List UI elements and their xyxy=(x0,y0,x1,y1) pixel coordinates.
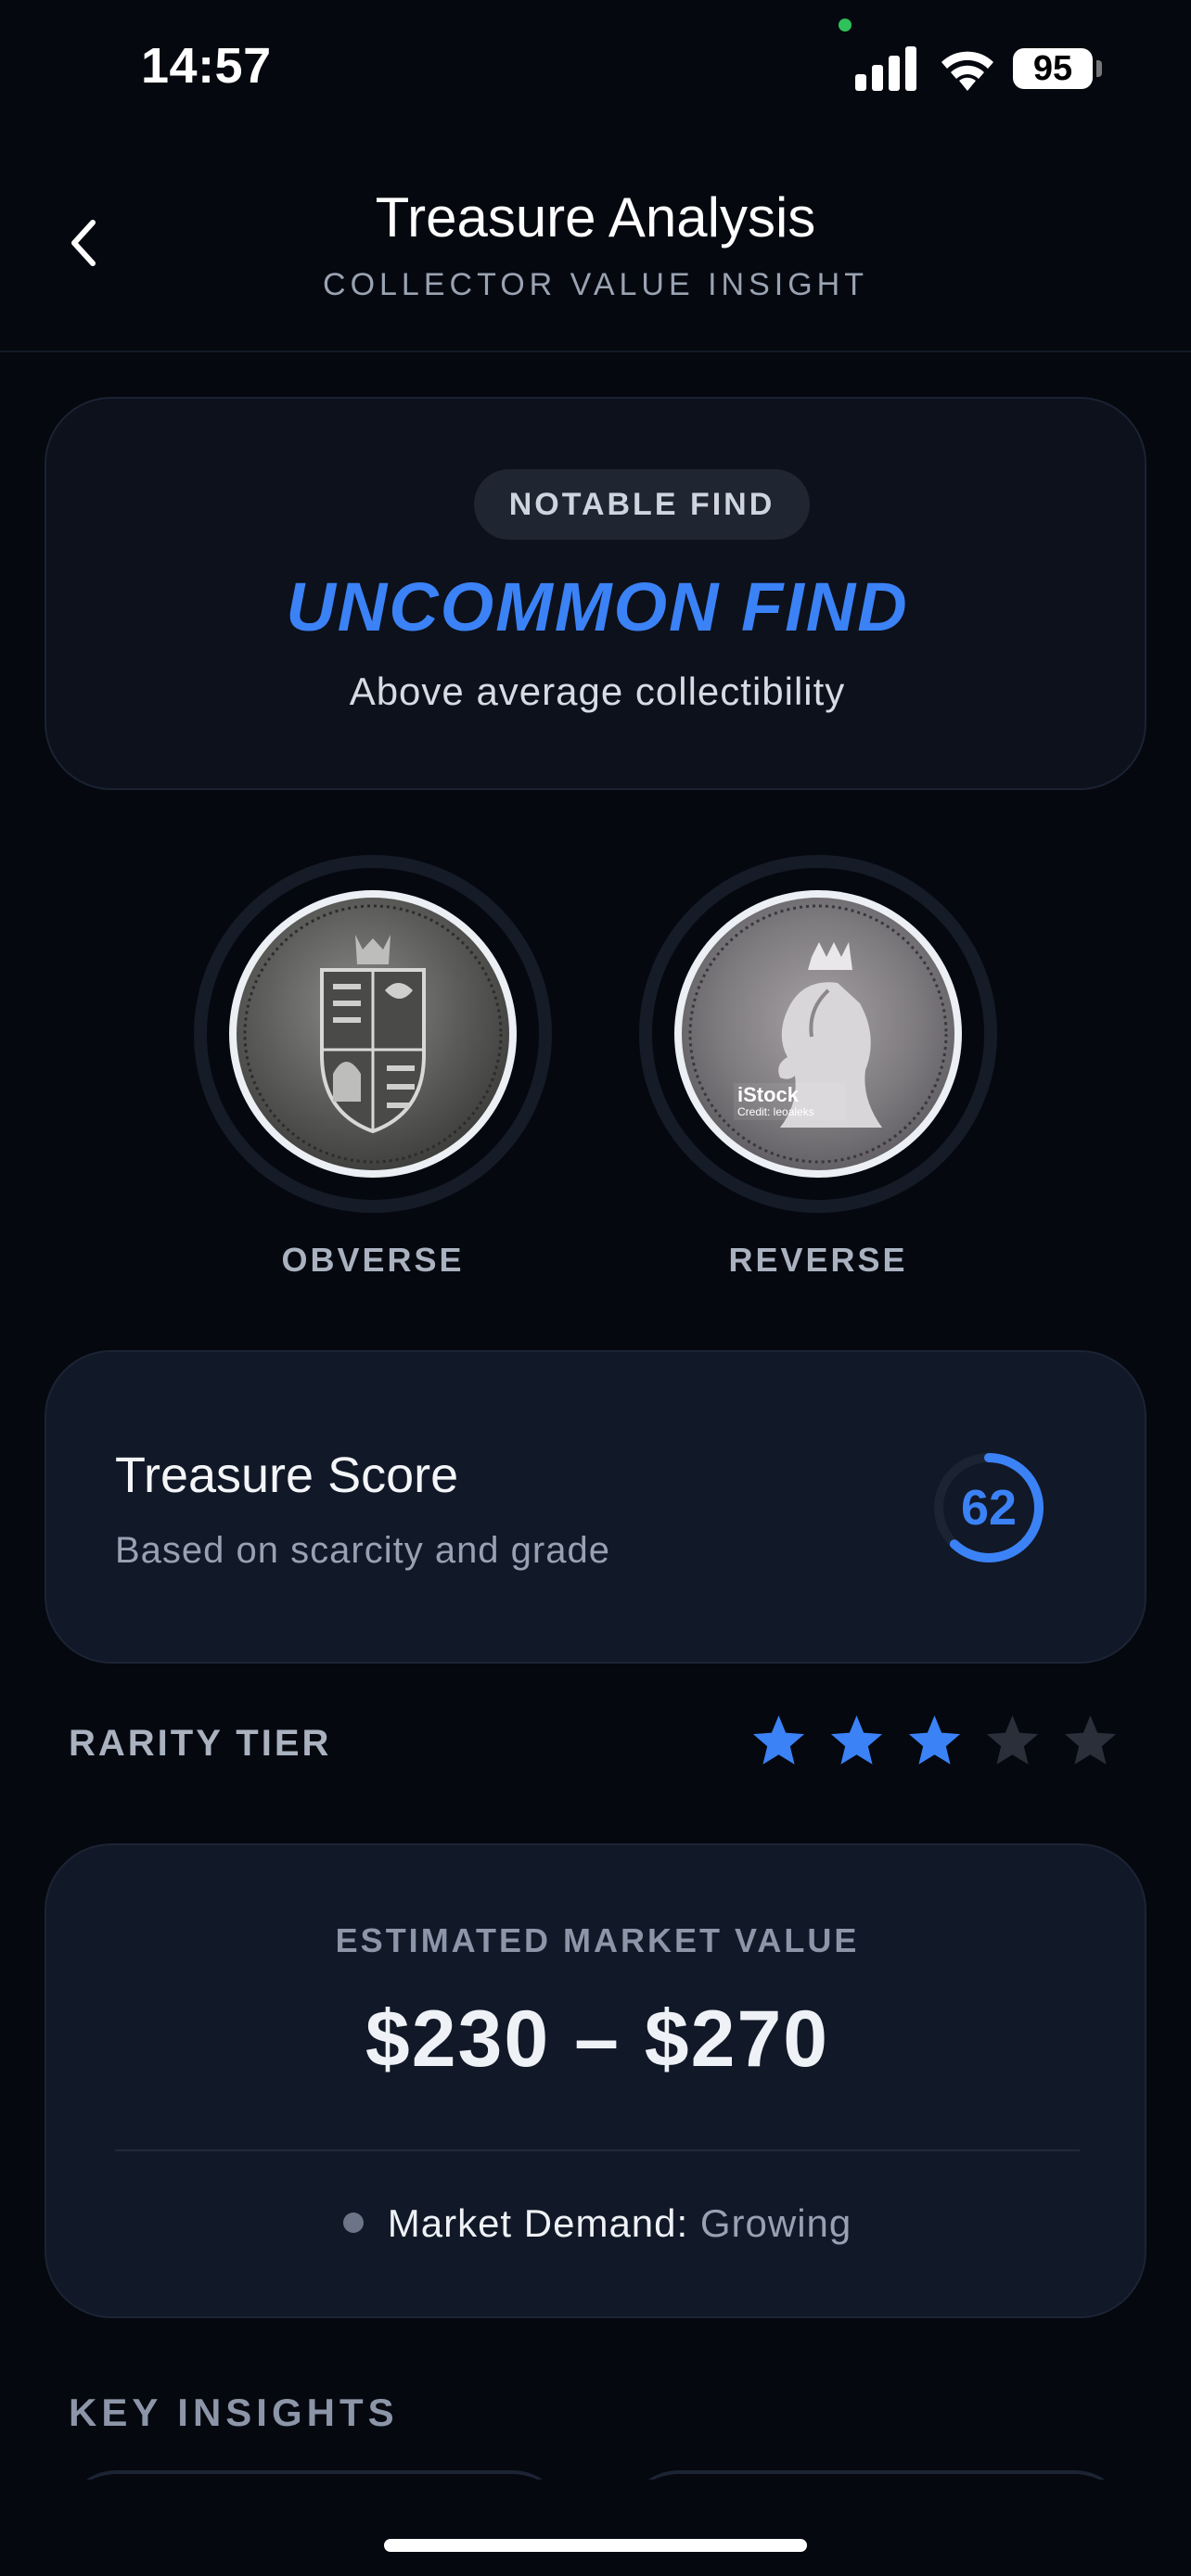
reverse-label: REVERSE xyxy=(728,1241,908,1279)
bottom-fade xyxy=(0,2480,1191,2576)
coin-rim: iStock Credit: leoaleks xyxy=(674,890,962,1178)
reverse-coin-image[interactable]: iStock Credit: leoaleks xyxy=(639,855,997,1213)
star-filled-icon xyxy=(908,1715,961,1765)
battery-tip xyxy=(1096,60,1102,77)
key-insights-heading: KEY INSIGHTS xyxy=(69,2391,399,2434)
market-value-card: ESTIMATED MARKET VALUE $230 – $270 Marke… xyxy=(45,1843,1146,2318)
rarity-stars xyxy=(749,1712,1121,1777)
star-empty-icon xyxy=(1064,1715,1117,1765)
coin-rim xyxy=(229,890,517,1178)
score-value: 62 xyxy=(960,1480,1018,1536)
istock-watermark: iStock Credit: leoaleks xyxy=(734,1083,845,1120)
status-bar: 14:57 95 xyxy=(0,0,1191,139)
status-time: 14:57 xyxy=(141,38,272,94)
score-subtitle: Based on scarcity and grade xyxy=(115,1530,610,1571)
rarity-find-card: NOTABLE FIND UNCOMMON FIND Above average… xyxy=(45,397,1146,790)
watermark-credit: Credit: leoaleks xyxy=(737,1105,814,1118)
notable-find-badge: NOTABLE FIND xyxy=(474,469,810,540)
obverse-coin-image[interactable] xyxy=(194,855,552,1213)
score-title: Treasure Score xyxy=(115,1447,459,1503)
nav-header: Treasure Analysis COLLECTOR VALUE INSIGH… xyxy=(0,167,1191,352)
home-indicator[interactable] xyxy=(384,2539,807,2552)
coin-reverse-face: iStock Credit: leoaleks xyxy=(682,898,954,1170)
market-value-label: ESTIMATED MARKET VALUE xyxy=(335,1921,860,1959)
rarity-tier-label: RARITY TIER xyxy=(69,1723,332,1764)
demand-value: Growing xyxy=(699,2201,852,2245)
queen-portrait-icon xyxy=(688,904,948,1164)
divider xyxy=(115,2149,1080,2151)
wifi-icon xyxy=(941,51,993,91)
page-subtitle: COLLECTOR VALUE INSIGHT xyxy=(323,267,868,302)
star-empty-icon xyxy=(986,1715,1039,1765)
find-description: Above average collectibility xyxy=(349,670,846,713)
find-title: UNCOMMON FIND xyxy=(286,568,909,645)
star-filled-icon xyxy=(752,1715,805,1765)
obverse-label: OBVERSE xyxy=(281,1241,465,1279)
shield-crest-icon xyxy=(243,904,503,1164)
watermark-text: iStock xyxy=(737,1083,800,1106)
demand-status-dot xyxy=(342,2212,364,2233)
treasure-analysis-screen: 14:57 95 Treasure Analysis COLLECTOR VAL… xyxy=(0,0,1191,2576)
star-filled-icon xyxy=(830,1715,883,1765)
demand-label: Market Demand: xyxy=(387,2201,689,2245)
treasure-score-card: Treasure Score Based on scarcity and gra… xyxy=(45,1350,1146,1664)
camera-indicator-dot xyxy=(839,19,852,32)
signal-icon xyxy=(855,45,920,91)
coin-obverse-face xyxy=(237,898,509,1170)
market-value-range: $230 – $270 xyxy=(365,1995,830,2084)
battery-icon: 95 xyxy=(1013,48,1093,89)
market-demand-row: Market Demand: Growing xyxy=(46,2201,1148,2246)
page-title: Treasure Analysis xyxy=(375,186,816,249)
